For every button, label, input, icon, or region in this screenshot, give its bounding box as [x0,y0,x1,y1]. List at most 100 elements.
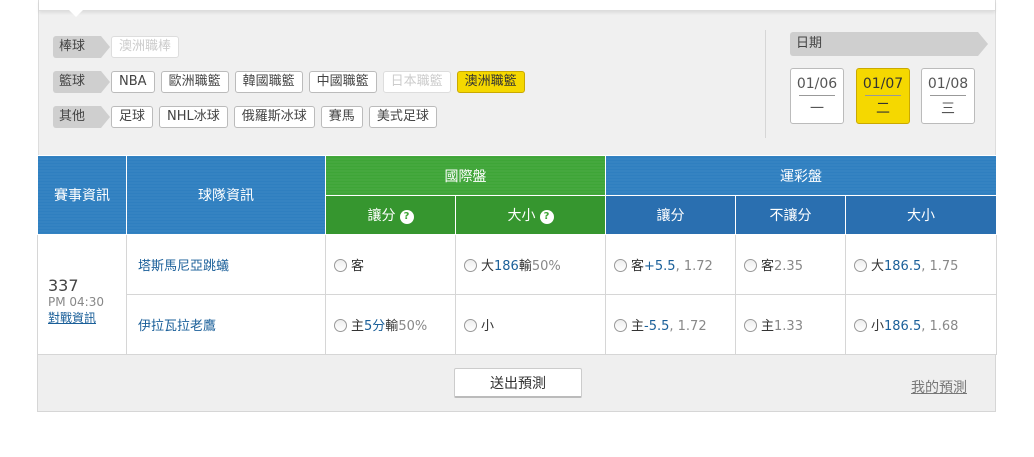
odds-value: , 1.72 [669,319,707,334]
option-moneyline-home[interactable]: 主1.33 [735,294,846,355]
league-chip[interactable]: 賽馬 [320,106,363,128]
option-moneyline-away[interactable]: 客2.35 [735,234,846,295]
weekday-text: 三 [941,101,955,117]
odds-value: 1.33 [774,319,803,334]
header-lottery-over-under: 大小 [844,195,998,235]
header-sports-lottery: 運彩盤 [604,155,998,196]
header-international: 國際盤 [325,155,606,196]
team-name-home: 伊拉瓦拉老鷹 [126,294,326,355]
panel-pointer [67,8,85,17]
category-label-other: 其他 [53,106,111,128]
date-button-1[interactable]: 01/07 二 [856,68,910,124]
date-text: 01/06 [796,76,838,92]
match-id: 337 [48,275,79,295]
radio-button[interactable] [854,319,867,332]
my-predictions-link[interactable]: 我的預測 [911,377,967,397]
header-over-under: 大小? [455,195,606,235]
league-chip[interactable]: 美式足球 [368,106,437,128]
line-value: 5分 [364,319,386,334]
radio-button[interactable] [334,259,347,272]
matchup-info-link[interactable]: 對戰資訊 [48,309,126,326]
league-chip: 日本職籃 [382,71,451,93]
weekday-text: 二 [876,101,890,117]
category-label-baseball: 棒球 [53,36,111,58]
result-label: 輸 [518,259,532,274]
league-chip[interactable]: 俄羅斯冰球 [233,106,315,128]
option-lottery-ou-away[interactable]: 大186.5, 1.75 [844,234,998,295]
percent-value: 50% [531,259,561,274]
odds-value: , 1.72 [675,259,713,274]
filter-row-other: 其他 足球 NHL冰球 俄羅斯冰球 賽馬 美式足球 [53,105,443,129]
team-name-away: 塔斯馬尼亞跳蟻 [126,234,326,295]
table-row-home: 伊拉瓦拉老鷹 主5分輸50% 小 主-5.5, 1.72 主1.33 小186.… [38,294,998,355]
form-footer: 送出預測 我的預測 [37,355,996,412]
option-lottery-spread-away[interactable]: 客+5.5, 1.72 [605,234,736,295]
odds-value: , 1.68 [921,319,959,334]
line-value: 186.5 [884,259,922,274]
line-value: +5.5 [644,259,676,274]
header-over-under-label: 大小 [507,208,536,224]
match-time: PM 04:30 [48,294,104,309]
line-value: 186.5 [884,319,922,334]
result-label: 輸 [385,319,399,334]
league-chip: 澳洲職棒 [111,36,180,58]
table-row-away: 337 PM 04:30 對戰資訊 塔斯馬尼亞跳蟻 客 大186輸50% 客+5… [37,234,998,355]
weekday-text: 一 [810,101,824,117]
header-team-info: 球隊資訊 [126,155,326,235]
option-intl-spread-home[interactable]: 主5分輸50% [325,294,456,355]
league-chip[interactable]: NHL冰球 [159,106,228,128]
option-lottery-spread-home[interactable]: 主-5.5, 1.72 [605,294,736,355]
filter-row-basketball: 籃球 NBA 歐洲職籃 韓國職籃 中國職籃 日本職籃 澳洲職籃 [53,70,531,94]
help-icon[interactable]: ? [399,210,414,224]
league-chip[interactable]: 歐洲職籃 [160,71,229,93]
option-intl-spread-away[interactable]: 客 [325,234,456,295]
filter-divider [765,30,766,138]
league-chip-selected[interactable]: 澳洲職籃 [456,71,525,93]
radio-button[interactable] [614,319,627,332]
radio-button[interactable] [464,259,477,272]
header-event-info: 賽事資訊 [37,155,127,235]
side-label: 小 [871,319,885,334]
header-spread-label: 讓分 [367,208,396,224]
radio-button[interactable] [744,319,757,332]
radio-button[interactable] [334,319,347,332]
date-label: 日期 [790,32,988,56]
league-chip[interactable]: NBA [111,71,155,93]
side-label: 客 [761,259,775,274]
side-label: 主 [761,319,775,334]
match-info-cell: 337 PM 04:30 對戰資訊 [37,234,127,355]
header-moneyline: 不讓分 [735,195,846,235]
date-button-2[interactable]: 01/08 三 [921,68,975,124]
help-icon[interactable]: ? [539,210,554,224]
league-chip[interactable]: 中國職籃 [308,71,377,93]
odds-value: 2.35 [774,259,803,274]
side-label: 大 [871,259,885,274]
category-label-basketball: 籃球 [53,71,111,93]
radio-button[interactable] [464,319,477,332]
side-label: 客 [631,259,645,274]
date-separator [799,95,835,96]
date-separator [865,95,901,96]
league-chip[interactable]: 足球 [111,106,154,128]
date-text: 01/08 [927,76,969,92]
odds-value: , 1.75 [921,259,959,274]
side-label: 小 [481,319,495,334]
radio-button[interactable] [744,259,757,272]
line-value: 186 [494,259,519,274]
filter-panel: 棒球 澳洲職棒 籃球 NBA 歐洲職籃 韓國職籃 中國職籃 日本職籃 澳洲職籃 … [38,0,996,155]
side-label: 主 [631,319,645,334]
filter-row-baseball: 棒球 澳洲職棒 [53,35,185,59]
date-button-0[interactable]: 01/06 一 [790,68,844,124]
radio-button[interactable] [614,259,627,272]
submit-prediction-button[interactable]: 送出預測 [454,368,582,398]
side-label: 客 [351,259,365,274]
side-label: 大 [481,259,495,274]
option-lottery-ou-home[interactable]: 小186.5, 1.68 [844,294,998,355]
option-intl-ou-away[interactable]: 大186輸50% [455,234,606,295]
odds-table: 賽事資訊 球隊資訊 國際盤 運彩盤 讓分? 大小? 讓分 不讓分 大小 337 … [37,155,998,355]
radio-button[interactable] [854,259,867,272]
percent-value: 50% [398,319,428,334]
option-intl-ou-home[interactable]: 小 [455,294,606,355]
top-strip [39,0,995,11]
league-chip[interactable]: 韓國職籃 [234,71,303,93]
